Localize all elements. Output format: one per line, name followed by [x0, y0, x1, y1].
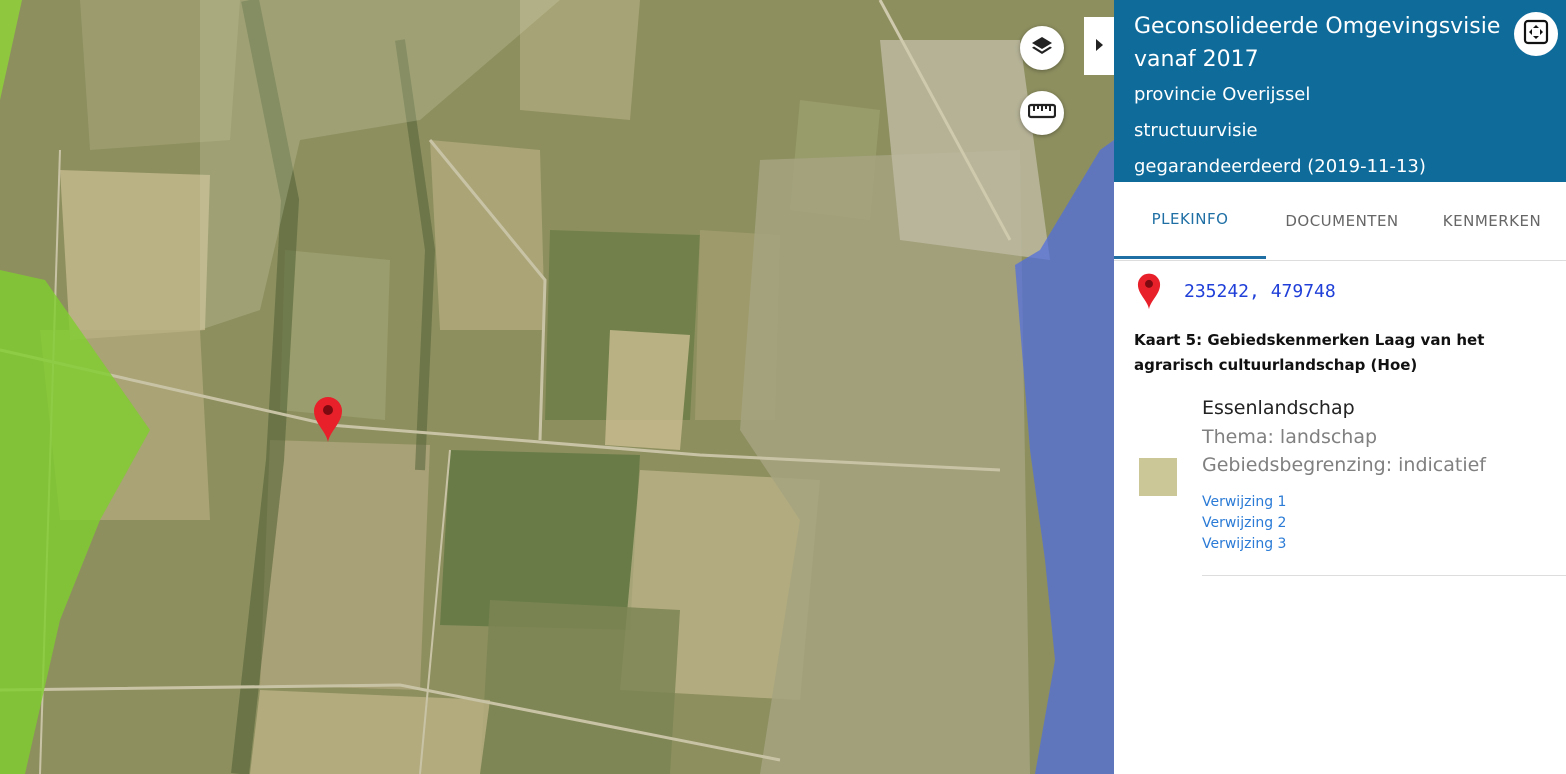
location-pin [1136, 272, 1162, 314]
fullscreen-icon [1523, 19, 1549, 49]
layers-icon [1030, 34, 1054, 62]
map-pin-icon [312, 397, 344, 447]
panel-tabs: PLEKINFO DOCUMENTEN KENMERKEN [1114, 182, 1566, 261]
plan-organisation: provincie Overijssel [1134, 84, 1311, 105]
panel-header: Geconsolideerde Omgevingsvisie vanaf 201… [1114, 0, 1566, 182]
feature-thema: Thema: landschap [1202, 426, 1378, 448]
tab-documenten[interactable]: DOCUMENTEN [1266, 182, 1418, 259]
feature-name: Essenlandschap [1202, 397, 1355, 419]
aerial-map [0, 0, 1114, 774]
plan-status: gegarandeerdeerd (2019-11-13) [1134, 156, 1426, 177]
kaart-title: Kaart 5: Gebiedskenmerken Laag van het a… [1134, 331, 1485, 374]
fullscreen-button[interactable] [1514, 12, 1558, 56]
caret-right-icon [1094, 37, 1104, 56]
reference-link-1[interactable]: Verwijzing 1 [1202, 494, 1286, 510]
plan-title: Geconsolideerde Omgevingsvisie vanaf 201… [1134, 14, 1501, 72]
measure-button[interactable] [1020, 91, 1064, 135]
map-view[interactable] [0, 0, 1114, 774]
tab-plekinfo[interactable]: PLEKINFO [1114, 182, 1266, 259]
reference-link-2[interactable]: Verwijzing 2 [1202, 515, 1286, 531]
panel-toggle-button[interactable] [1084, 17, 1114, 75]
plan-type: structuurvisie [1134, 120, 1258, 141]
map-pin-icon [1136, 273, 1162, 314]
info-panel: Geconsolideerde Omgevingsvisie vanaf 201… [1114, 0, 1566, 774]
ruler-icon [1027, 103, 1057, 123]
feature-begrenzing: Gebiedsbegrenzing: indicatief [1202, 454, 1486, 476]
location-coordinates[interactable]: 235242, 479748 [1184, 281, 1336, 302]
legend-swatch [1139, 458, 1177, 496]
tab-kenmerken[interactable]: KENMERKEN [1418, 182, 1566, 259]
divider [1202, 575, 1566, 576]
map-marker[interactable] [312, 395, 344, 447]
reference-link-3[interactable]: Verwijzing 3 [1202, 536, 1286, 552]
layers-button[interactable] [1020, 26, 1064, 70]
